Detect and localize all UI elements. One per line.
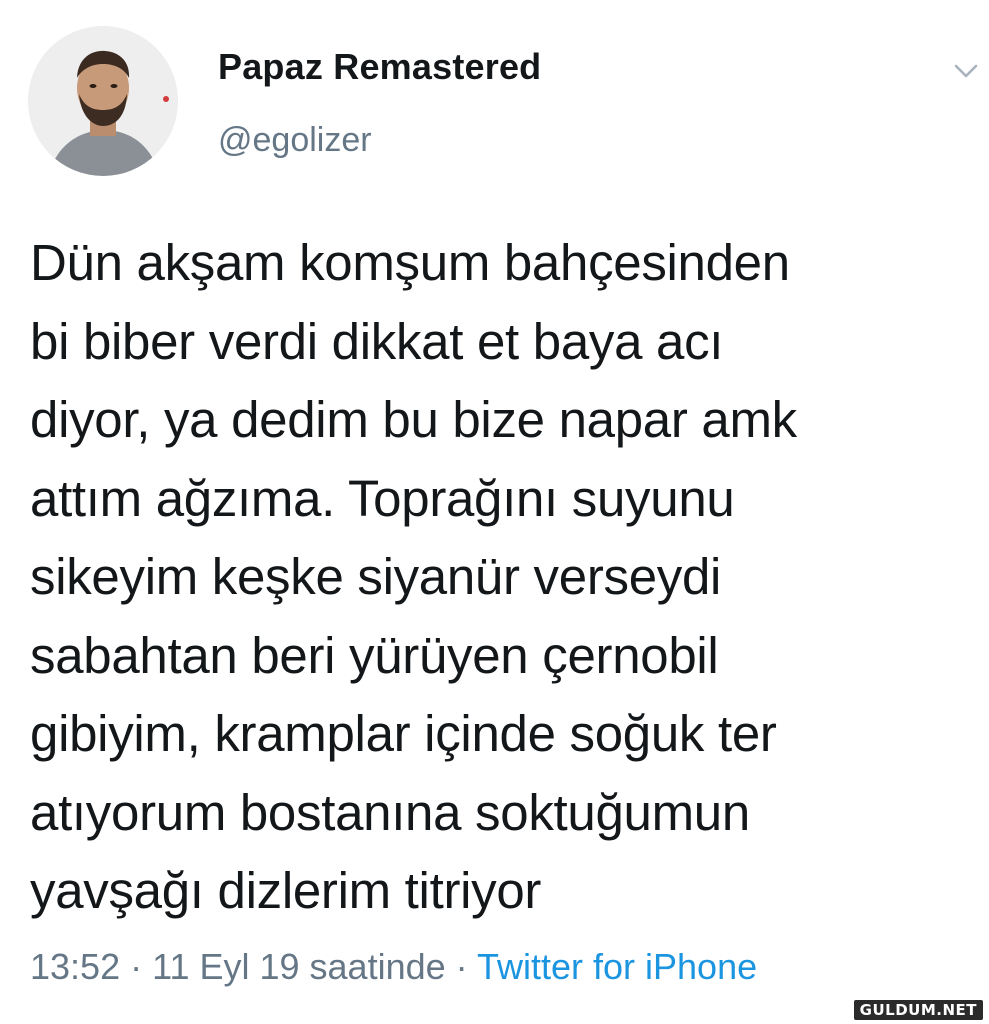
tweet-line: sikeyim keşke siyanür verseydi [30,548,722,605]
meta-separator: · [120,946,153,987]
profile-photo-icon [28,26,178,176]
chevron-down-icon [954,64,978,78]
tweet-line: attım ağzıma. Toprağını suyunu [30,469,735,527]
tweet-text: Dün akşam komşum bahçesinden bi biber ve… [30,224,980,931]
tweet-line: gibiyim, kramplar içinde soğuk ter [30,705,777,762]
tweet-source-link[interactable]: Twitter for iPhone [477,946,757,987]
tweet-date[interactable]: 11 Eyl 19 saatinde [152,946,446,987]
site-watermark: GULDUM.NET [853,1000,983,1020]
tweet-line: yavşağı dizlerim titriyor [30,862,542,919]
tweet-menu-button[interactable] [950,60,982,82]
avatar[interactable] [28,26,178,176]
meta-separator: · [445,946,477,987]
user-handle[interactable]: @egolizer [218,121,372,160]
tweet-time[interactable]: 13:52 [30,946,120,987]
tweet-line: atıyorum bostanına soktuğumun [30,783,750,841]
tweet-line: sabahtan beri yürüyen çernobil [30,626,719,684]
tweet-meta: 13:52 · 11 Eyl 19 saatinde · Twitter for… [30,946,757,988]
tweet-line: Dün akşam komşum bahçesinden [30,234,790,291]
tweet-line: diyor, ya dedim bu bize napar amk [30,391,797,448]
display-name[interactable]: Papaz Remastered [218,46,541,88]
tweet-line: bi biber verdi dikkat et baya acı [30,312,724,370]
